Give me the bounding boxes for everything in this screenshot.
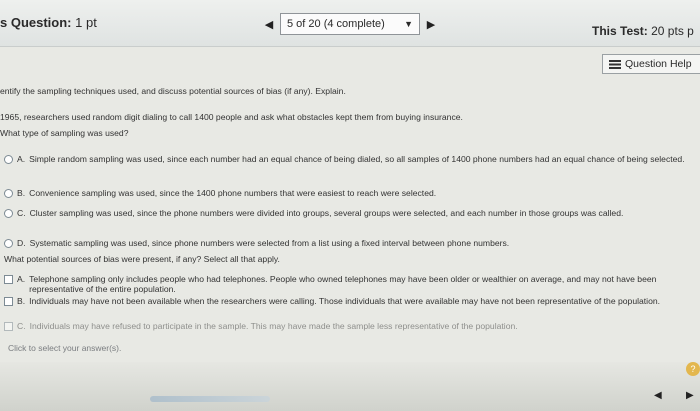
radio-button[interactable] (4, 155, 13, 164)
sampling-option-b[interactable]: B. Convenience sampling was used, since … (4, 188, 694, 198)
question-help-button[interactable]: Question Help (602, 54, 700, 74)
bias-prompt: What potential sources of bias were pres… (4, 254, 280, 264)
caret-down-icon: ▼ (404, 19, 413, 29)
bias-option-c[interactable]: C. Individuals may have refused to parti… (4, 321, 694, 331)
question-help-label: Question Help (625, 58, 692, 70)
question-progress: 5 of 20 (4 complete) (287, 18, 385, 30)
question-prefix: s Question: (0, 15, 72, 30)
bottom-toolbar (0, 362, 700, 411)
instruction-text: entify the sampling techniques used, and… (0, 86, 346, 96)
radio-button[interactable] (4, 239, 13, 248)
sampling-option-a[interactable]: A. Simple random sampling was used, sinc… (4, 154, 694, 164)
list-icon (609, 59, 621, 69)
prev-question-button[interactable]: ◀ (258, 13, 280, 35)
radio-button[interactable] (4, 209, 13, 218)
checkbox[interactable] (4, 322, 13, 331)
question-label: s Question: 1 pt (0, 15, 97, 30)
triangle-right-icon: ▶ (426, 18, 436, 31)
scenario-text: 1965, researchers used random digit dial… (0, 112, 463, 122)
checkbox[interactable] (4, 297, 13, 306)
question-navigator: ◀ 5 of 20 (4 complete) ▼ ▶ (258, 12, 442, 36)
test-points: 20 pts p (651, 24, 694, 38)
checkbox[interactable] (4, 275, 13, 284)
sampling-prompt: What type of sampling was used? (0, 128, 129, 138)
triangle-right-icon[interactable]: ▶ (686, 390, 694, 401)
radio-button[interactable] (4, 189, 13, 198)
question-points: 1 pt (75, 15, 97, 30)
select-hint: Click to select your answer(s). (8, 343, 122, 353)
bias-option-b[interactable]: B. Individuals may have not been availab… (4, 296, 694, 306)
next-question-button[interactable]: ▶ (420, 13, 442, 35)
test-info: This Test: 20 pts p (592, 24, 694, 38)
sampling-option-c[interactable]: C. Cluster sampling was used, since the … (4, 208, 676, 218)
blurred-toolbar-strip (150, 396, 270, 402)
triangle-left-icon: ◀ (264, 18, 274, 31)
question-select[interactable]: 5 of 20 (4 complete) ▼ (280, 13, 420, 35)
test-label: This Test: (592, 24, 648, 38)
bias-option-a[interactable]: A. Telephone sampling only includes peop… (4, 274, 694, 294)
sampling-option-d[interactable]: D. Systematic sampling was used, since p… (4, 238, 694, 248)
question-mark-icon[interactable]: ? (686, 362, 700, 376)
top-bar: s Question: 1 pt ◀ 5 of 20 (4 complete) … (0, 0, 700, 47)
triangle-left-icon[interactable]: ◀ (654, 390, 662, 401)
